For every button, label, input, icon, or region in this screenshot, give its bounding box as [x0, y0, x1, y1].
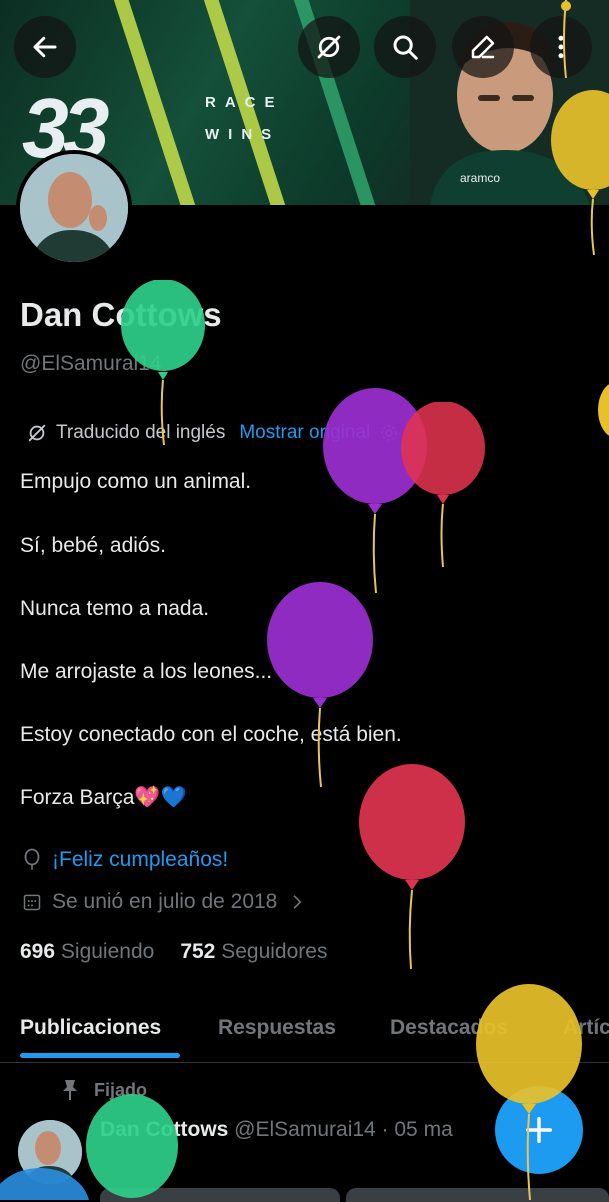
balloon-gold	[598, 384, 609, 436]
active-tab-indicator	[20, 1053, 180, 1058]
joined-row[interactable]: Se unió en julio de 2018	[22, 890, 307, 914]
bio-line: Nunca temo a nada.	[20, 597, 210, 620]
balloon-blue	[0, 1168, 89, 1200]
follow-stats: 696 Siguiendo 752 Seguidores	[20, 940, 327, 964]
following-count: 696	[20, 940, 56, 963]
bio-line: Forza Barça💖💙	[20, 786, 187, 809]
following-label: Siguiendo	[60, 940, 155, 963]
edit-icon	[471, 35, 495, 59]
pin-icon	[63, 1080, 77, 1100]
calendar-icon	[23, 894, 41, 911]
bio-line: Sí, bebé, adiós.	[20, 534, 166, 557]
balloon-purple	[267, 582, 373, 788]
banner-line1: RACE	[205, 94, 284, 111]
bio-line: Me arrojaste a los leones...	[20, 660, 273, 683]
banner-sponsor: aramco	[460, 171, 500, 185]
balloon-gold	[551, 90, 609, 256]
translate-icon	[28, 424, 46, 442]
followers-label: Seguidores	[221, 940, 328, 963]
profile-avatar[interactable]	[16, 150, 132, 266]
back-arrow-icon	[33, 36, 57, 58]
chevron-right-icon	[294, 895, 302, 909]
post-handle-date: @ElSamurai14 · 05 ma	[234, 1118, 453, 1141]
birthday-row: ¡Feliz cumpleaños!	[22, 848, 228, 872]
banner-stripe	[110, 0, 204, 205]
bio-line: Empujo como un animal.	[20, 470, 252, 493]
followers-count: 752	[180, 940, 216, 963]
balloon-red	[401, 402, 485, 568]
search-button[interactable]	[374, 16, 436, 78]
translate-button[interactable]	[298, 16, 360, 78]
birthday-link[interactable]: ¡Feliz cumpleaños!	[52, 848, 228, 872]
banner-line2: WINS	[205, 126, 281, 143]
birthday-icon	[24, 848, 40, 870]
translate-icon	[317, 35, 341, 59]
following-stat[interactable]: 696 Siguiendo	[20, 940, 154, 964]
balloon-green	[121, 280, 205, 446]
avatar-photo	[20, 154, 128, 262]
search-icon	[393, 35, 418, 60]
back-button[interactable]	[14, 16, 76, 78]
edit-button[interactable]	[452, 16, 514, 78]
balloon-gold	[476, 984, 582, 1200]
balloon-red	[359, 764, 465, 970]
joined-text: Se unió en julio de 2018	[52, 890, 278, 913]
tab-publicaciones[interactable]: Publicaciones	[20, 1016, 161, 1040]
balloon-string	[561, 0, 571, 79]
tab-respuestas[interactable]: Respuestas	[218, 1016, 336, 1040]
followers-stat[interactable]: 752 Seguidores	[180, 940, 327, 964]
